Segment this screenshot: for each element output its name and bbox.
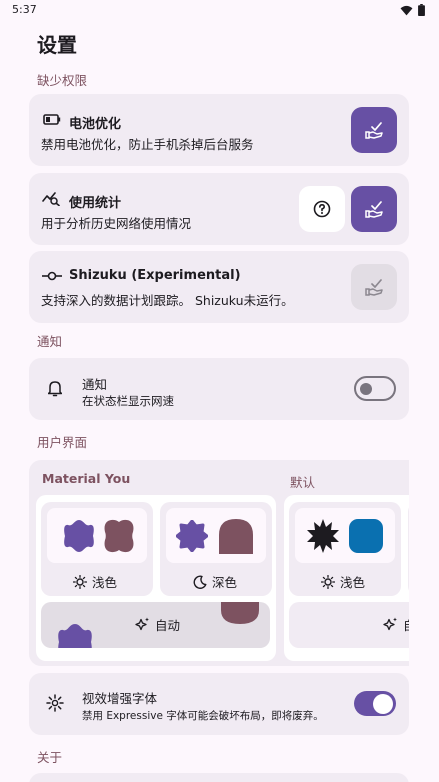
notification-subtitle: 在状态栏显示网速 bbox=[82, 394, 174, 408]
toggle-knob bbox=[373, 693, 393, 714]
help-circle-icon bbox=[313, 200, 331, 218]
usage-title: 使用统计 bbox=[69, 196, 122, 211]
battery-title: 电池优化 bbox=[69, 117, 122, 132]
flower-shape-icon bbox=[64, 520, 94, 552]
shizuku-title: Shizuku (Experimental) bbox=[69, 268, 241, 283]
grant-hand-check-icon bbox=[365, 122, 383, 139]
sun-icon bbox=[73, 574, 87, 589]
sparkle-icon bbox=[46, 694, 64, 712]
sun-icon bbox=[321, 574, 335, 589]
shizuku-card: Shizuku (Experimental) 支持深入的数据计划跟踪。 Shiz… bbox=[29, 251, 409, 323]
battery-subtitle: 禁用电池优化，防止手机杀掉后台服务 bbox=[41, 137, 254, 152]
commit-icon bbox=[42, 271, 62, 281]
badge-shape-icon bbox=[176, 520, 208, 552]
theme-picker: Material You 默认 浅色 深色 自动 浅色 bbox=[29, 460, 409, 666]
arch-shape-icon bbox=[219, 519, 253, 554]
usage-stats-icon bbox=[42, 192, 60, 206]
expressive-font-toggle[interactable] bbox=[354, 691, 396, 716]
moon-icon bbox=[193, 575, 207, 589]
decorative-flower-shape bbox=[58, 624, 92, 648]
toggle-knob bbox=[360, 382, 372, 395]
default-auto-option[interactable]: 自 bbox=[289, 602, 409, 648]
section-notifications: 通知 bbox=[37, 334, 63, 349]
usage-help-button[interactable] bbox=[299, 186, 345, 232]
notification-card[interactable]: 通知 在状态栏显示网速 bbox=[29, 358, 409, 420]
default-auto-mode-label: 自 bbox=[383, 615, 409, 634]
dark-label: 深色 bbox=[212, 575, 238, 590]
default-auto-label: 自 bbox=[403, 615, 409, 634]
auto-sparkle-star-icon bbox=[135, 617, 149, 631]
shizuku-subtitle: 支持深入的数据计划跟踪。 Shizuku未运行。 bbox=[41, 293, 294, 308]
default-theme-group: 浅色 自 bbox=[284, 495, 409, 661]
notification-toggle[interactable] bbox=[354, 376, 396, 401]
default-dark-option[interactable] bbox=[408, 502, 409, 596]
grant-usage-button[interactable] bbox=[351, 186, 397, 232]
material-you-auto-option[interactable]: 自动 bbox=[41, 602, 270, 648]
wifi-icon bbox=[400, 5, 413, 15]
page-title: 设置 bbox=[37, 33, 77, 57]
battery-icon bbox=[418, 4, 425, 16]
default-theme-label: 默认 bbox=[290, 475, 316, 490]
dark-mode-label: 深色 bbox=[193, 572, 237, 591]
section-about: 关于 bbox=[37, 750, 63, 765]
material-you-group: 浅色 深色 自动 bbox=[36, 495, 276, 661]
auto-label: 自动 bbox=[155, 618, 181, 633]
material-you-label: Material You bbox=[42, 471, 131, 486]
auto-sparkle-star-icon bbox=[383, 617, 397, 631]
about-card[interactable] bbox=[29, 773, 409, 782]
material-you-dark-option[interactable]: 深色 bbox=[160, 502, 272, 596]
dark-preview bbox=[166, 508, 266, 563]
default-light-mode-label: 浅色 bbox=[321, 572, 365, 591]
material-you-light-option[interactable]: 浅色 bbox=[41, 502, 153, 596]
expressive-font-card[interactable]: 视效增强字体 禁用 Expressive 字体可能会破坏布局，即将废弃。 bbox=[29, 673, 409, 735]
battery-optimization-card: 电池优化 禁用电池优化，防止手机杀掉后台服务 bbox=[29, 94, 409, 166]
grant-shizuku-button[interactable] bbox=[351, 264, 397, 310]
auto-mode-label: 自动 bbox=[135, 615, 180, 634]
light-preview bbox=[47, 508, 147, 563]
grant-hand-check-icon bbox=[365, 201, 383, 218]
bell-icon bbox=[48, 381, 62, 397]
default-light-label: 浅色 bbox=[340, 575, 366, 590]
section-ui: 用户界面 bbox=[37, 435, 88, 450]
clover-shape-icon bbox=[104, 519, 134, 553]
usage-subtitle: 用于分析历史网络使用情况 bbox=[41, 216, 192, 231]
battery-low-icon bbox=[43, 114, 61, 125]
status-bar: 5:37 bbox=[0, 0, 439, 22]
default-light-option[interactable]: 浅色 bbox=[289, 502, 401, 596]
light-mode-label: 浅色 bbox=[73, 572, 117, 591]
expressive-font-title: 视效增强字体 bbox=[82, 691, 158, 706]
section-permissions: 缺少权限 bbox=[37, 73, 88, 88]
light-label: 浅色 bbox=[92, 575, 118, 590]
expressive-font-subtitle: 禁用 Expressive 字体可能会破坏布局，即将废弃。 bbox=[82, 710, 324, 722]
notification-title: 通知 bbox=[82, 377, 108, 392]
default-light-preview bbox=[295, 508, 395, 563]
status-icons bbox=[400, 4, 425, 16]
grant-battery-button[interactable] bbox=[351, 107, 397, 153]
decorative-arch-shape bbox=[221, 602, 259, 624]
rounded-square-shape-icon bbox=[349, 519, 383, 553]
grant-hand-check-icon bbox=[365, 279, 383, 296]
starburst-shape-icon bbox=[307, 519, 339, 553]
status-time: 5:37 bbox=[12, 3, 37, 16]
usage-stats-card: 使用统计 用于分析历史网络使用情况 bbox=[29, 173, 409, 245]
